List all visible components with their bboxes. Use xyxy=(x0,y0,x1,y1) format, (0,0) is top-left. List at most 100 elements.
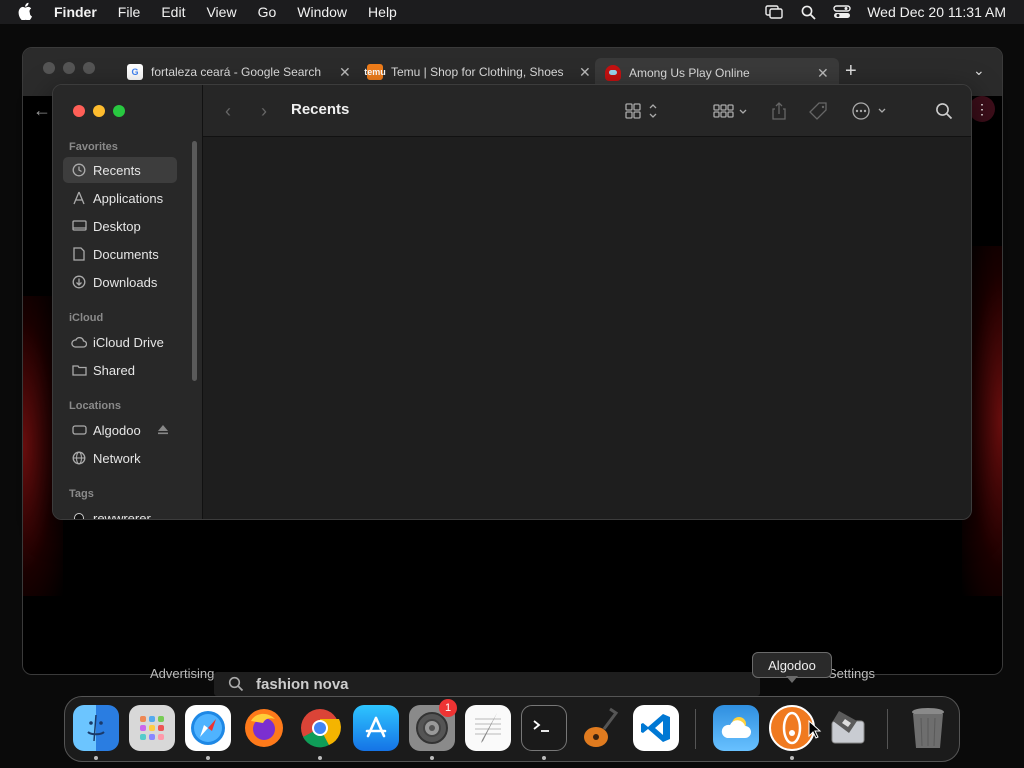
finder-icon[interactable] xyxy=(73,705,119,751)
menu-app-name[interactable]: Finder xyxy=(54,4,97,20)
tooltip-tail xyxy=(786,676,798,683)
google-icon: G xyxy=(127,64,143,80)
apple-menu-icon[interactable] xyxy=(18,2,36,23)
tab-title: Temu | Shop for Clothing, Shoes xyxy=(391,65,564,79)
finder-toolbar: ‹ › Recents xyxy=(203,85,971,137)
running-indicator xyxy=(790,756,794,760)
search-suggestion-bar[interactable]: fashion nova xyxy=(214,672,760,696)
running-indicator xyxy=(430,756,434,760)
minimize-button[interactable] xyxy=(93,105,105,117)
sidebar-item-label: Applications xyxy=(93,190,164,206)
eject-icon[interactable] xyxy=(157,423,169,437)
tab-temu[interactable]: temu Temu | Shop for Clothing, Shoes ✕ xyxy=(364,60,591,84)
sidebar-item-documents[interactable]: Documents xyxy=(63,241,177,267)
close-tab-icon[interactable]: ✕ xyxy=(817,65,829,82)
sidebar-section-favorites: Favorites xyxy=(69,141,118,153)
finder-file-area[interactable] xyxy=(203,137,971,519)
shared-folder-icon xyxy=(71,362,87,378)
more-actions-icon[interactable] xyxy=(851,101,887,121)
dock-separator xyxy=(887,709,888,749)
document-icon xyxy=(71,246,87,262)
sidebar-item-tag[interactable]: rewwrerer xyxy=(63,505,177,519)
app-store-icon[interactable] xyxy=(353,705,399,751)
tab-google-search[interactable]: G fortaleza ceará - Google Search ✕ xyxy=(127,60,351,84)
settings-icon[interactable]: 1 xyxy=(409,699,457,751)
launchpad-icon[interactable] xyxy=(129,705,175,751)
search-icon xyxy=(228,676,244,692)
back-button[interactable]: ‹ xyxy=(225,101,231,122)
safari-icon[interactable] xyxy=(185,705,231,751)
browser-window-controls xyxy=(43,62,95,74)
back-arrow-icon[interactable]: ← xyxy=(33,100,51,121)
tab-title: Among Us Play Online xyxy=(629,66,750,80)
sidebar-item-shared[interactable]: Shared xyxy=(63,357,177,383)
sidebar-item-network[interactable]: Network xyxy=(63,445,177,471)
menu-file[interactable]: File xyxy=(118,4,141,20)
disk-utility-icon[interactable] xyxy=(825,705,871,751)
sidebar-item-recents[interactable]: Recents xyxy=(63,157,177,183)
window-title: Recents xyxy=(291,101,350,118)
menu-help[interactable]: Help xyxy=(368,4,397,20)
garageband-icon[interactable] xyxy=(577,705,623,751)
menu-edit[interactable]: Edit xyxy=(161,4,185,20)
browser-minimize-button[interactable] xyxy=(63,62,75,74)
chrome-icon[interactable] xyxy=(297,705,343,751)
running-indicator xyxy=(542,756,546,760)
menu-window[interactable]: Window xyxy=(297,4,347,20)
sidebar-item-label: Documents xyxy=(93,246,159,262)
screen-mirroring-icon[interactable] xyxy=(765,3,783,21)
sidebar-item-applications[interactable]: Applications xyxy=(63,185,177,211)
forward-button[interactable]: › xyxy=(261,101,267,122)
tab-list-chevron-icon[interactable]: ⌄ xyxy=(973,62,985,79)
menubar-clock[interactable]: Wed Dec 20 11:31 AM xyxy=(867,4,1006,20)
firefox-icon[interactable] xyxy=(241,705,287,751)
footer-link-settings[interactable]: Settings xyxy=(828,666,875,681)
sidebar-section-tags: Tags xyxy=(69,488,94,500)
tag-color-dot xyxy=(71,510,87,519)
drive-icon xyxy=(71,422,87,438)
browser-close-button[interactable] xyxy=(43,62,55,74)
sidebar-item-downloads[interactable]: Downloads xyxy=(63,269,177,295)
browser-zoom-button[interactable] xyxy=(83,62,95,74)
search-icon[interactable] xyxy=(935,101,953,121)
sidebar-item-algodoo[interactable]: Algodoo xyxy=(63,417,177,443)
vscode-icon[interactable] xyxy=(633,705,679,751)
sidebar-scrollbar[interactable] xyxy=(192,141,197,381)
share-icon[interactable] xyxy=(771,101,787,121)
weather-icon[interactable] xyxy=(713,705,759,751)
search-suggestion-text: fashion nova xyxy=(256,675,349,693)
globe-icon xyxy=(71,450,87,466)
spotlight-search-icon[interactable] xyxy=(799,3,817,21)
notification-badge: 1 xyxy=(439,699,457,717)
trash-icon[interactable] xyxy=(905,705,951,751)
sidebar-item-label: iCloud Drive xyxy=(93,334,164,350)
sidebar-item-desktop[interactable]: Desktop xyxy=(63,213,177,239)
terminal-icon[interactable] xyxy=(521,705,567,751)
tag-icon[interactable] xyxy=(809,101,829,121)
desktop: Finder File Edit View Go Window Help Wed… xyxy=(0,0,1024,768)
close-button[interactable] xyxy=(73,105,85,117)
footer-link-advertising[interactable]: Advertising xyxy=(150,666,214,681)
new-tab-button[interactable]: + xyxy=(845,60,857,83)
sidebar-item-icloud-drive[interactable]: iCloud Drive xyxy=(63,329,177,355)
menu-view[interactable]: View xyxy=(206,4,236,20)
mouse-cursor-icon xyxy=(808,719,822,745)
dock-separator xyxy=(695,709,696,749)
among-us-icon xyxy=(605,65,621,81)
menu-go[interactable]: Go xyxy=(258,4,277,20)
running-indicator xyxy=(206,756,210,760)
zoom-button[interactable] xyxy=(113,105,125,117)
view-options-icon[interactable] xyxy=(625,101,661,121)
sidebar-item-label: Recents xyxy=(93,162,141,178)
running-indicator xyxy=(94,756,98,760)
cloud-icon xyxy=(71,334,87,350)
close-tab-icon[interactable]: ✕ xyxy=(339,64,351,81)
more-options-icon[interactable]: ⋮ xyxy=(969,96,995,122)
menu-bar: Finder File Edit View Go Window Help Wed… xyxy=(0,0,1024,24)
group-by-icon[interactable] xyxy=(713,101,749,121)
clock-icon xyxy=(71,162,87,178)
control-center-icon[interactable] xyxy=(833,3,851,21)
applications-icon xyxy=(71,190,87,206)
close-tab-icon[interactable]: ✕ xyxy=(579,64,591,81)
textedit-icon[interactable] xyxy=(465,705,511,751)
